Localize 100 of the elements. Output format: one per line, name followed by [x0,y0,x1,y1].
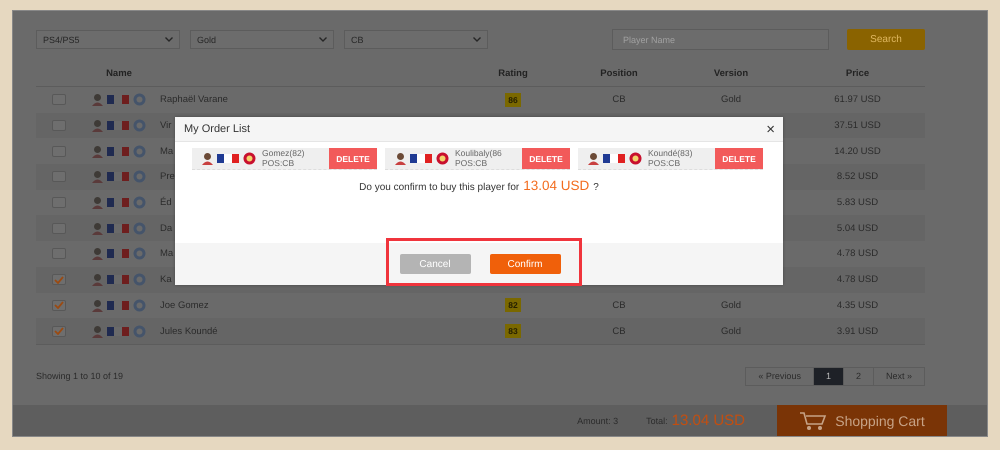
delete-button[interactable]: DELETE [329,148,377,169]
position-cell-text: CB [611,300,627,311]
club-crest-icon [133,298,146,312]
player-name: Pre [160,171,175,182]
pagination-button[interactable]: Next » [872,366,925,386]
confirm-message: Do you confirm to buy this player for [359,182,520,193]
club-crest-icon [133,247,146,260]
position-cell-text: CB [611,94,627,106]
player-name: Jules Koundé [160,326,218,337]
club-crest-icon [133,196,146,210]
club-crest-icon [133,170,146,184]
delete-button[interactable]: DELETE [522,148,570,169]
club-crest-icon [133,324,146,338]
flag-icon [107,224,129,233]
filter-dropdown[interactable]: PS4/PS5 [36,30,180,49]
flag-icon [107,95,129,104]
order-total: 13.04 USD [523,178,590,193]
caret-icon [319,37,327,42]
flag-icon [107,121,129,130]
flag-icon [107,172,129,182]
version-cell-text: Gold [720,300,742,311]
order-player-name: Koundé(83) [648,148,694,158]
club-crest-icon [133,222,146,235]
order-player-position: POS:CB [648,158,680,168]
club-crest-icon [436,152,449,165]
player-name: Da [160,222,172,234]
search-button[interactable]: Search [847,29,925,50]
flag-icon [107,198,129,208]
price-cell-text: 61.97 USD [833,94,882,106]
club-crest-icon [133,93,146,106]
flag-icon [410,154,432,163]
row-checkbox[interactable] [52,274,66,286]
price-cell-text: 37.51 USD [833,120,882,132]
player-face-icon [92,170,103,184]
player-name: Vir [160,120,172,132]
flag-icon [107,146,129,156]
dialog-title: My Order List [184,123,250,135]
shopping-cart-button[interactable]: Shopping Cart [777,405,947,436]
player-name: Joe Gomez [160,300,209,311]
close-button[interactable]: × [766,122,775,136]
rating-badge: 86 [505,92,521,107]
order-player-name: Koulibaly(86 [455,148,503,158]
player-name: Raphaël Varane [160,94,228,106]
caret-icon [473,37,481,42]
club-crest-icon [133,144,146,158]
flag-icon [603,154,625,163]
player-face-icon [92,273,103,286]
pagination-button[interactable]: 1 [812,366,844,386]
pagination-button[interactable]: « Previous [745,366,814,386]
checkmark-icon [54,301,64,310]
flag-icon [107,275,129,284]
column-header: Position [599,68,639,78]
question-mark: ? [593,182,599,193]
row-checkbox[interactable] [52,326,66,337]
price-cell-text: 4.35 USD [836,300,880,311]
player-face-icon [92,298,103,312]
club-crest-icon [243,152,256,165]
player-name: Ka [160,274,172,286]
flag-icon [107,326,129,336]
player-name: Ma [160,146,174,157]
confirm-button[interactable]: Confirm [490,254,560,274]
player-face-icon [92,119,103,132]
filter-dropdown[interactable]: CB [344,30,488,49]
price-cell-text: 14.20 USD [833,146,882,157]
order-player-position: POS:CB [455,158,488,168]
cancel-button[interactable]: Cancel [400,254,470,274]
player-face-icon [588,152,599,165]
player-face-icon [92,144,103,158]
version-cell-text: Gold [720,326,742,337]
order-player-position: POS:CB [262,158,294,168]
order-player-name: Gomez(82) [262,148,306,158]
player-face-icon [92,93,103,106]
delete-button[interactable]: DELETE [715,148,763,169]
flag-icon [107,249,129,258]
player-face-icon [202,152,213,165]
cart-icon [799,410,828,430]
column-header: Version [712,68,750,78]
player-face-icon [92,324,103,338]
player-face-icon [92,222,103,235]
club-crest-icon [133,273,146,286]
player-name: Éd [160,197,172,208]
pagination-button[interactable]: 2 [842,366,874,386]
rating-badge: 82 [505,298,521,312]
checkmark-icon [54,276,64,284]
price-cell-text: 5.83 USD [836,197,880,208]
player-face-icon [92,196,103,210]
flag-icon [107,300,129,310]
column-header: Name [105,68,133,78]
club-crest-icon [629,152,642,165]
checkmark-icon [54,327,64,336]
player-face-icon [395,152,406,165]
flag-icon [217,154,239,163]
column-header: Price [844,68,870,78]
price-cell-text: 5.04 USD [836,222,880,234]
row-checkbox[interactable] [52,300,66,311]
position-cell-text: CB [611,326,627,337]
version-cell-text: Gold [720,94,742,106]
filter-dropdown[interactable]: Gold [190,30,334,49]
price-cell-text: 4.78 USD [836,248,880,260]
price-cell-text: 3.91 USD [836,326,880,337]
